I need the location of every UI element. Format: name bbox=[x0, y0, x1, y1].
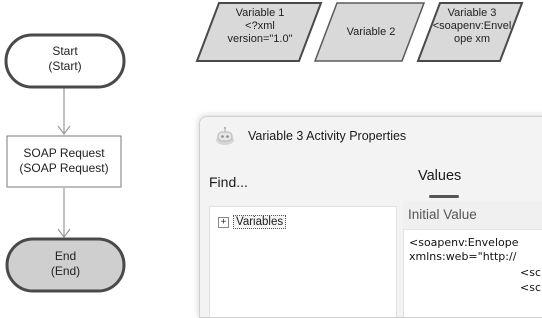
start-node[interactable] bbox=[4, 33, 126, 89]
dialog-title-bar[interactable]: Variable 3 Activity Properties bbox=[200, 117, 542, 155]
tree-item-variables-label: Variables bbox=[233, 215, 287, 229]
variable-3-label: Variable 3 <soapenv:Envel ope xm bbox=[432, 7, 512, 45]
initial-value-editor[interactable]: <soapenv:Envelope xmlns:web="http:// <sc… bbox=[403, 230, 542, 317]
activity-properties-dialog: Variable 3 Activity Properties Find... +… bbox=[199, 116, 542, 318]
initial-value-header: Initial Value bbox=[403, 201, 542, 230]
dialog-title: Variable 3 Activity Properties bbox=[248, 129, 407, 143]
find-tree-pane[interactable]: + Variables bbox=[209, 206, 397, 317]
tab-values[interactable]: Values bbox=[418, 168, 461, 184]
tree-item-variables[interactable]: + Variables bbox=[218, 215, 287, 229]
end-node[interactable] bbox=[5, 237, 126, 293]
tab-values-underline bbox=[429, 195, 459, 198]
robot-app-icon bbox=[214, 126, 236, 151]
soap-request-node[interactable] bbox=[6, 135, 122, 188]
variable-1-label: Variable 1 <?xml version="1.0" bbox=[227, 7, 293, 45]
value-line-2: xmlns:web="http:// bbox=[409, 250, 517, 263]
find-label[interactable]: Find... bbox=[209, 174, 248, 190]
expand-icon[interactable]: + bbox=[218, 216, 229, 228]
value-line-1: <soapenv:Envelope bbox=[409, 236, 519, 249]
value-line-4: <sc bbox=[520, 281, 541, 294]
variable-2-label: Variable 2 bbox=[346, 26, 396, 38]
initial-value-label: Initial Value bbox=[408, 207, 477, 222]
value-line-3: <sc bbox=[520, 266, 541, 279]
